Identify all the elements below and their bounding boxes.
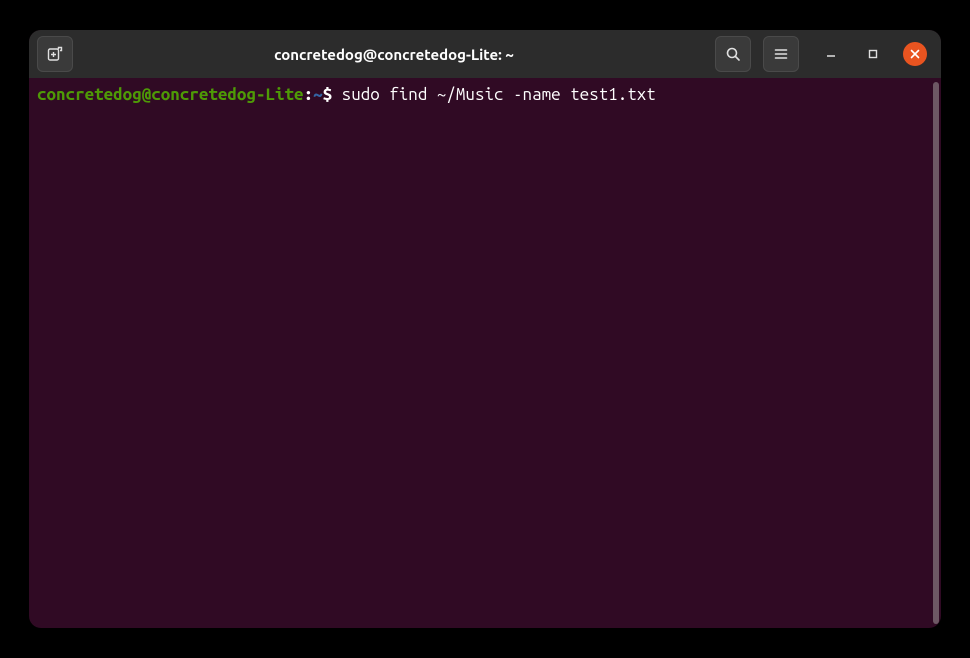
scrollbar[interactable] bbox=[931, 78, 941, 628]
minimize-icon bbox=[826, 49, 836, 59]
terminal-window: concretedog@concretedog-Lite: ~ bbox=[29, 30, 941, 628]
prompt-user-host: concretedog@concretedog-Lite bbox=[37, 85, 304, 104]
window-controls bbox=[819, 42, 927, 66]
new-tab-button[interactable] bbox=[37, 36, 73, 72]
search-button[interactable] bbox=[715, 36, 751, 72]
prompt-dollar: $ bbox=[323, 85, 342, 104]
close-icon bbox=[910, 49, 920, 59]
menu-button[interactable] bbox=[763, 36, 799, 72]
maximize-button[interactable] bbox=[861, 42, 885, 66]
search-icon bbox=[725, 46, 741, 62]
titlebar-right bbox=[715, 36, 933, 72]
minimize-button[interactable] bbox=[819, 42, 843, 66]
titlebar-left bbox=[37, 36, 73, 72]
close-button[interactable] bbox=[903, 42, 927, 66]
prompt-path: ~ bbox=[313, 85, 323, 104]
command-text: sudo find ~/Music -name test1.txt bbox=[342, 85, 656, 104]
titlebar: concretedog@concretedog-Lite: ~ bbox=[29, 30, 941, 78]
hamburger-icon bbox=[773, 46, 789, 62]
prompt-separator: : bbox=[304, 85, 314, 104]
terminal-area[interactable]: concretedog@concretedog-Lite:~$ sudo fin… bbox=[29, 78, 941, 628]
maximize-icon bbox=[868, 49, 878, 59]
new-tab-icon bbox=[47, 46, 63, 62]
window-title: concretedog@concretedog-Lite: ~ bbox=[79, 46, 709, 63]
scrollbar-thumb[interactable] bbox=[933, 82, 939, 624]
terminal-content[interactable]: concretedog@concretedog-Lite:~$ sudo fin… bbox=[29, 78, 931, 628]
